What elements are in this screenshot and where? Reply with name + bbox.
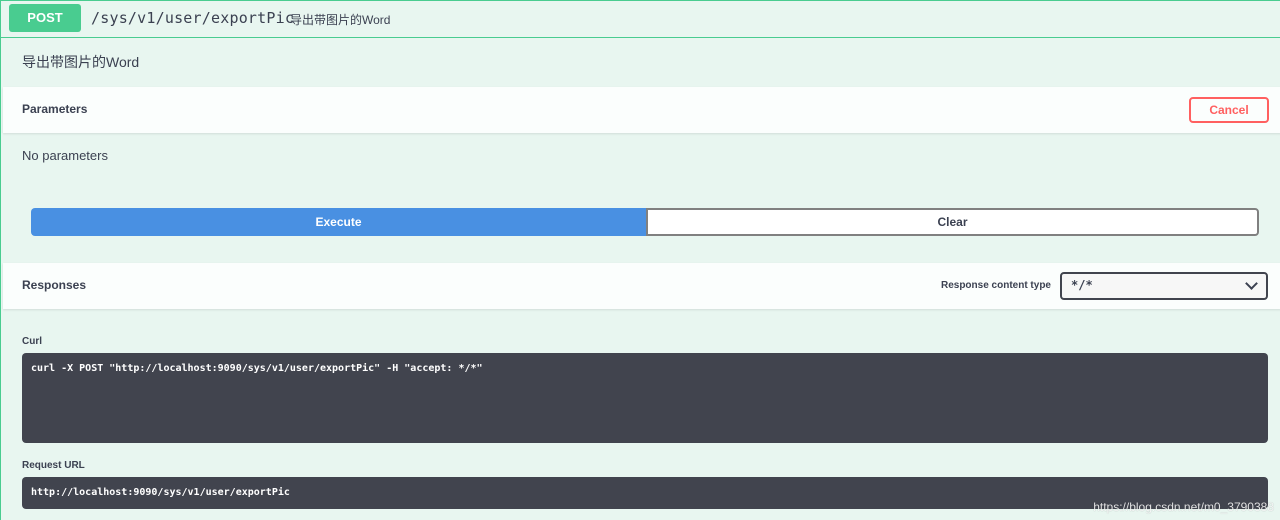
operation-description: 导出带图片的Word [22, 54, 140, 70]
parameters-header: Parameters Cancel [3, 87, 1280, 133]
parameters-title: Parameters [22, 102, 88, 116]
response-content-type-select[interactable]: */* [1060, 272, 1268, 300]
operation-summary-text: 导出带图片的Word [290, 13, 391, 27]
chevron-down-icon [1245, 277, 1258, 290]
clear-button[interactable]: Clear [646, 208, 1259, 236]
method-badge[interactable]: POST [9, 4, 81, 32]
responses-title: Responses [22, 278, 87, 292]
request-url-label: Request URL [22, 460, 85, 471]
execute-button[interactable]: Execute [31, 208, 646, 236]
responses-header: Responses Response content type */* [3, 263, 1280, 309]
no-parameters-text: No parameters [22, 148, 108, 163]
watermark: https://blog.csdn.net/m0_3790388 [1093, 500, 1274, 514]
operation-summary[interactable]: POST /sys/v1/user/exportPic 导出带图片的Word [1, 1, 1280, 38]
execute-wrapper: Execute Clear [31, 208, 1259, 236]
operation-path[interactable]: /sys/v1/user/exportPic [91, 9, 294, 27]
curl-code-block[interactable]: curl -X POST "http://localhost:9090/sys/… [22, 353, 1268, 443]
response-content-type-value: */* [1071, 278, 1093, 292]
cancel-button[interactable]: Cancel [1189, 97, 1269, 123]
request-url-code-block[interactable]: http://localhost:9090/sys/v1/user/export… [22, 477, 1268, 509]
response-content-type-label: Response content type [940, 280, 1051, 291]
curl-label: Curl [22, 336, 42, 347]
operation-block: POST /sys/v1/user/exportPic 导出带图片的Word 导… [0, 0, 1280, 520]
